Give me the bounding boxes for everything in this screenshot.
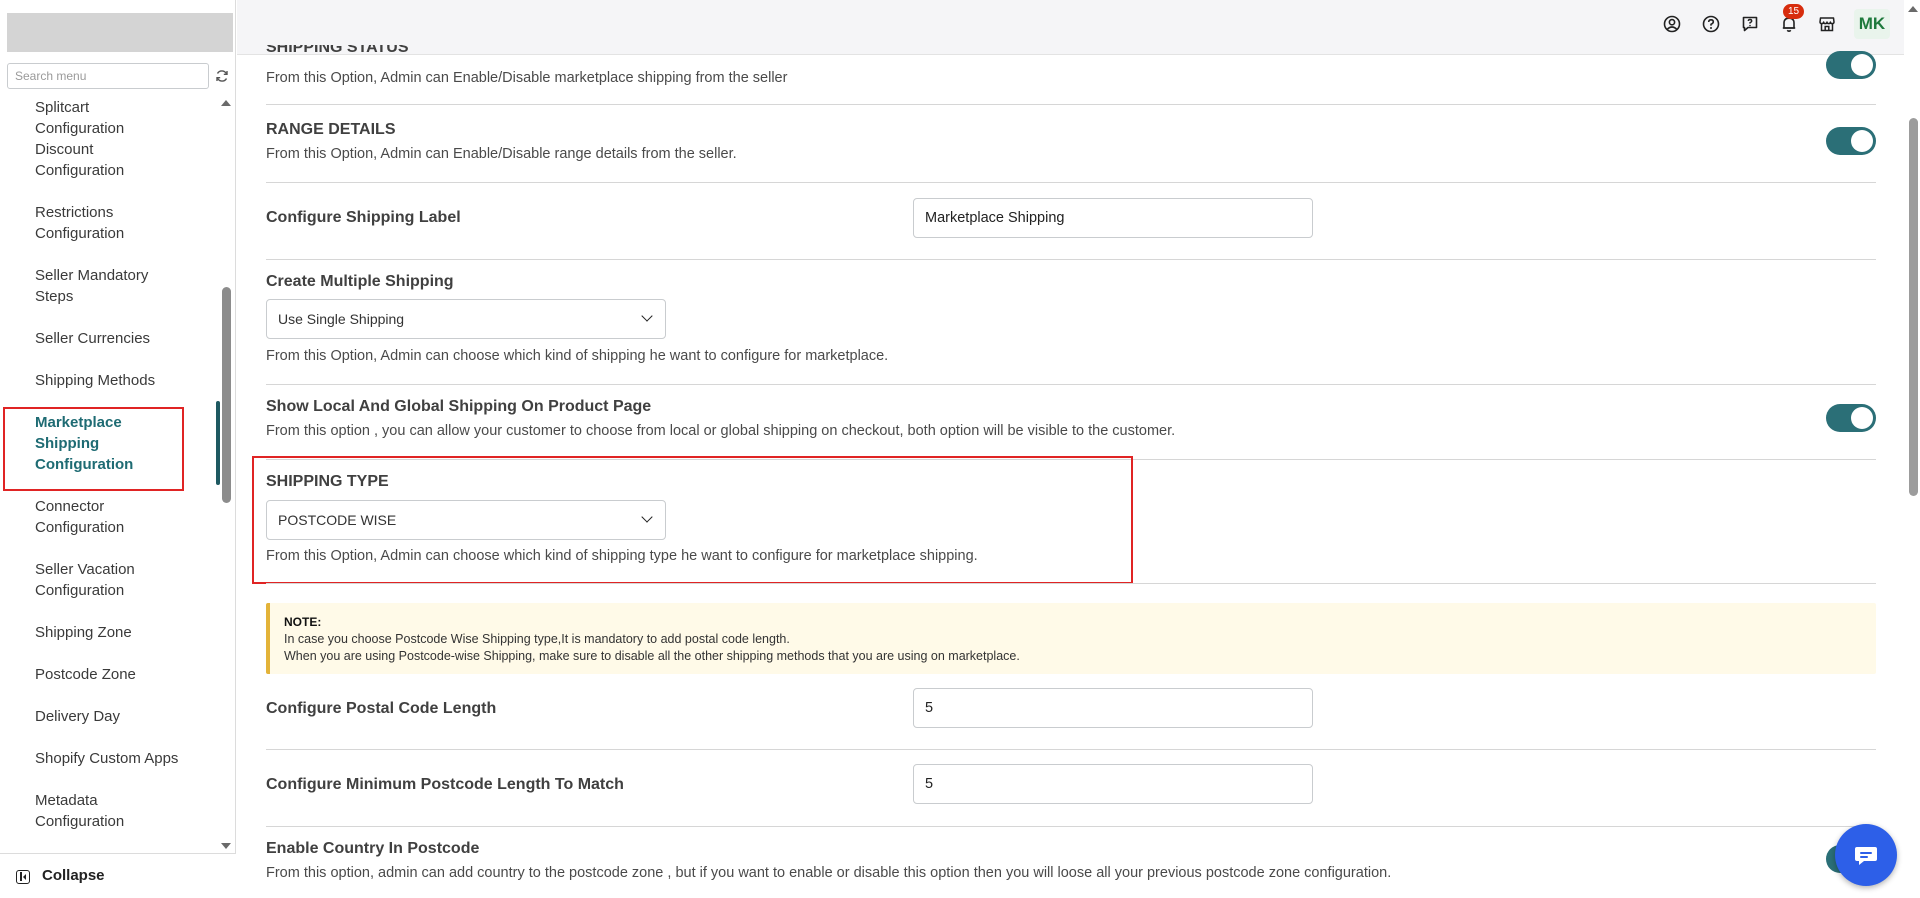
live-chat-button[interactable] (1835, 824, 1897, 886)
postal-code-length-input[interactable]: 5 (913, 688, 1313, 728)
postal-code-length-title: Configure Postal Code Length (266, 700, 497, 717)
multiple-shipping-selected-value: Use Single Shipping (278, 311, 405, 327)
country-in-postcode-title: Enable Country In Postcode (266, 840, 480, 857)
postcode-note-banner: NOTE: In case you choose Postcode Wise S… (266, 603, 1876, 674)
user-circle-icon[interactable] (1663, 15, 1681, 33)
divider (266, 259, 1876, 260)
menu-scroll-down-arrow-icon[interactable] (221, 843, 231, 849)
min-postcode-length-input[interactable]: 5 (913, 764, 1313, 804)
search-menu-input[interactable] (8, 64, 208, 88)
menu-scrollbar[interactable] (222, 287, 231, 503)
divider (266, 826, 1876, 827)
local-global-shipping-description: From this option , you can allow your cu… (266, 423, 1176, 439)
sidebar-collapse-icon (16, 870, 30, 884)
refresh-icon[interactable] (214, 68, 230, 84)
page-scroll-up-arrow-icon[interactable] (1908, 6, 1918, 12)
sidebar-item-shipping-zone[interactable]: Shipping Zone (35, 622, 180, 643)
sidebar-item-connector-configuration[interactable]: Connector Configuration (35, 496, 180, 538)
sidebar-item-metadata-configuration[interactable]: Metadata Configuration (35, 790, 180, 832)
sidebar-item-seller-currencies[interactable]: Seller Currencies (35, 328, 180, 349)
note-line: In case you choose Postcode Wise Shippin… (284, 632, 790, 646)
chat-bubble-icon (1855, 847, 1877, 865)
range-details-title: RANGE DETAILS (266, 121, 396, 138)
active-item-highlight (3, 407, 184, 491)
sidebar-item-splitcart-configuration[interactable]: Splitcart Configuration (35, 97, 180, 139)
range-details-toggle[interactable] (1826, 127, 1876, 155)
sidebar-item-seller-mandatory-steps[interactable]: Seller Mandatory Steps (35, 265, 180, 307)
shipping-status-description: From this Option, Admin can Enable/Disab… (266, 70, 788, 86)
multiple-shipping-select[interactable]: Use Single Shipping (266, 299, 666, 339)
menu-scroll-up-arrow-icon[interactable] (221, 100, 231, 106)
avatar[interactable]: MK (1854, 9, 1890, 39)
shipping-status-toggle[interactable] (1826, 51, 1876, 79)
min-postcode-length-title: Configure Minimum Postcode Length To Mat… (266, 776, 624, 793)
page-scrollbar[interactable] (1909, 118, 1918, 496)
sidebar-item-shipping-methods[interactable]: Shipping Methods (35, 370, 180, 391)
divider (266, 749, 1876, 750)
divider (266, 384, 1876, 385)
shipping-label-input[interactable]: Marketplace Shipping (913, 198, 1313, 238)
shipping-status-title: SHIPPING STATUS (266, 45, 409, 56)
shipping-type-highlight (252, 456, 1133, 584)
country-in-postcode-description: From this option, admin can add country … (266, 865, 1392, 881)
multiple-shipping-title: Create Multiple Shipping (266, 273, 454, 290)
local-global-shipping-toggle[interactable] (1826, 404, 1876, 432)
divider (266, 583, 1876, 584)
divider (266, 182, 1876, 183)
sidebar-item-restrictions-configuration[interactable]: Restrictions Configuration (35, 202, 180, 244)
collapse-button[interactable]: Collapse (0, 853, 236, 898)
collapse-label: Collapse (42, 867, 105, 884)
store-logo (7, 13, 233, 52)
sidebar-item-delivery-day[interactable]: Delivery Day (35, 706, 180, 727)
help-circle-icon[interactable] (1702, 15, 1720, 33)
divider (266, 104, 1876, 105)
local-global-shipping-title: Show Local And Global Shipping On Produc… (266, 398, 652, 415)
chat-question-icon[interactable] (1741, 15, 1759, 33)
sidebar: Splitcart Configuration Discount Configu… (0, 0, 236, 898)
note-title: NOTE: (284, 615, 322, 629)
search-menu-field[interactable] (7, 63, 209, 89)
chevron-down-icon (641, 310, 653, 322)
shipping-label-title: Configure Shipping Label (266, 209, 461, 226)
sidebar-item-seller-vacation-configuration[interactable]: Seller Vacation Configuration (35, 559, 180, 601)
top-bar (237, 0, 1904, 55)
notification-count-badge: 15 (1783, 4, 1804, 19)
sidebar-item-postcode-zone[interactable]: Postcode Zone (35, 664, 180, 685)
store-icon[interactable] (1818, 15, 1836, 33)
multiple-shipping-description: From this Option, Admin can choose which… (266, 348, 889, 364)
note-line: When you are using Postcode-wise Shippin… (284, 649, 1020, 663)
range-details-description: From this Option, Admin can Enable/Disab… (266, 146, 737, 162)
active-item-indicator (216, 401, 220, 485)
sidebar-item-shopify-custom-apps[interactable]: Shopify Custom Apps (35, 748, 180, 769)
sidebar-item-discount-configuration[interactable]: Discount Configuration (35, 139, 180, 181)
